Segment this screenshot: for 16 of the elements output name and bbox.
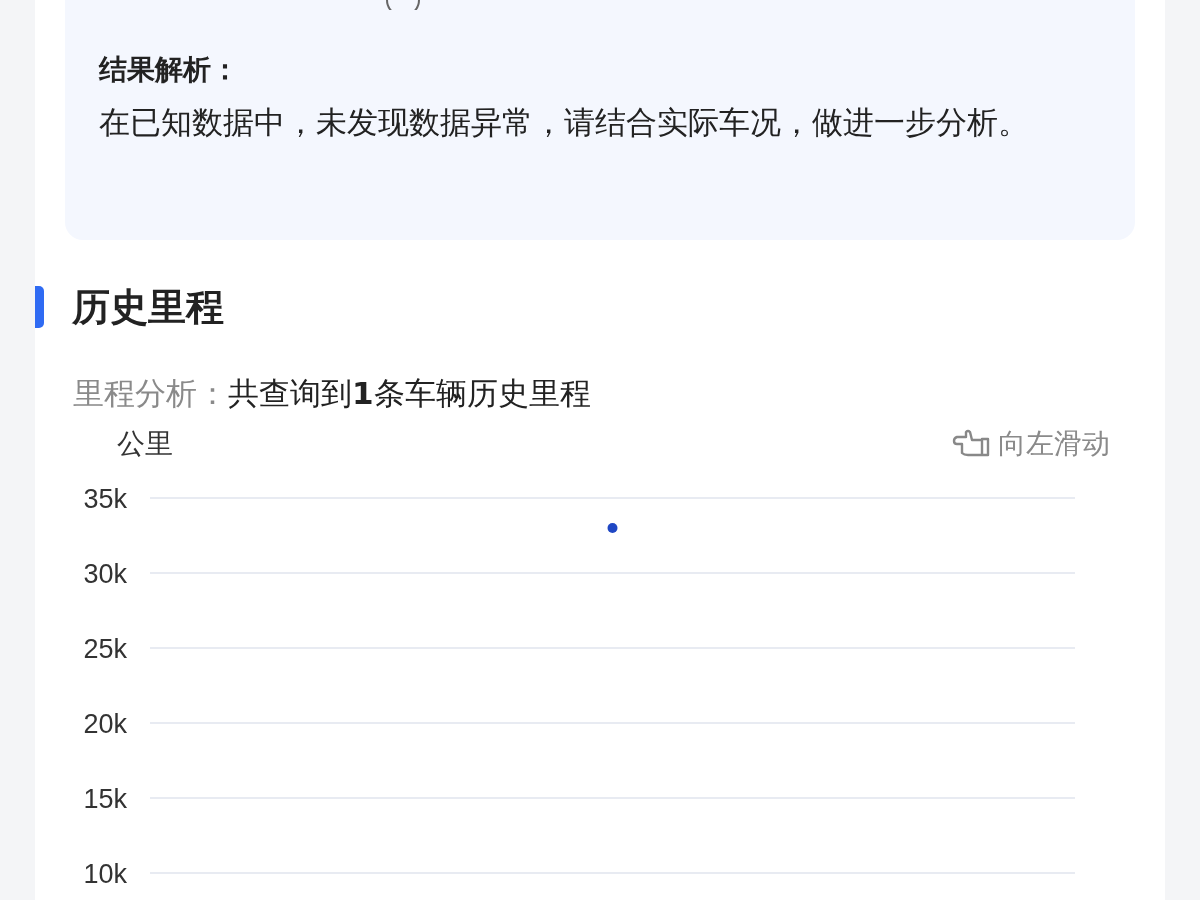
axis-tick-label: 25k bbox=[83, 633, 127, 664]
axis-unit: 公里 bbox=[117, 425, 173, 462]
axis-tick-label: 35k bbox=[83, 483, 127, 514]
swipe-hint: 向左滑动 bbox=[998, 425, 1110, 462]
summary-label: 里程分析： bbox=[73, 374, 228, 413]
result-text: 在已知数据中，未发现数据异常，请结合实际车况，做进一步分析。 bbox=[99, 103, 1030, 143]
data-point bbox=[607, 522, 618, 533]
summary-text: 共查询到1条车辆历史里程 bbox=[228, 374, 591, 413]
section-accent-bar bbox=[35, 286, 44, 328]
axis-tick-label: 15k bbox=[83, 783, 127, 814]
section-title: 历史里程 bbox=[72, 283, 224, 331]
pointing-hand-icon bbox=[952, 428, 990, 459]
result-heading: 结果解析： bbox=[99, 52, 239, 88]
axis-tick-label: 10k bbox=[83, 858, 127, 883]
axis-tick-label: 30k bbox=[83, 558, 127, 589]
axis-tick-label: 20k bbox=[83, 708, 127, 739]
